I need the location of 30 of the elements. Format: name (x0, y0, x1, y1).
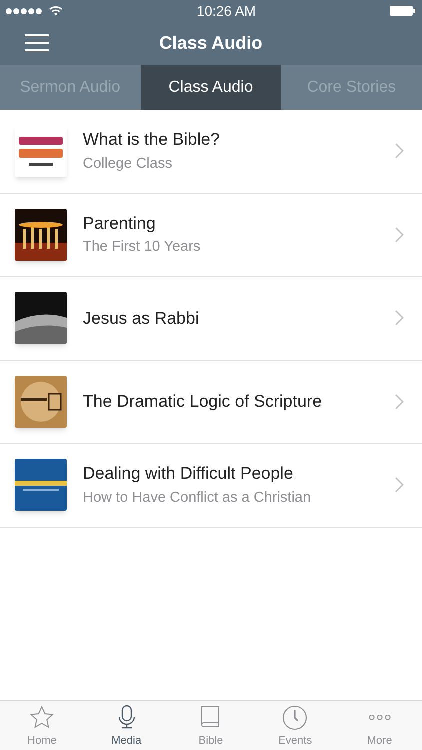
item-title: The Dramatic Logic of Scripture (83, 391, 324, 413)
list-row[interactable]: What is the Bible? College Class (0, 110, 422, 194)
chevron-icon (395, 310, 404, 326)
tab-bar-item[interactable]: Media (84, 701, 169, 750)
wifi-icon (49, 6, 63, 16)
status-time: 10:26 AM (196, 2, 256, 20)
list-row[interactable]: The Dramatic Logic of Scripture (0, 360, 422, 444)
item-title: Jesus as Rabbi (83, 308, 200, 330)
chevron-icon (395, 477, 404, 494)
menu-icon (25, 34, 49, 52)
list-row[interactable]: Parenting The First 10 Years (0, 194, 422, 277)
chevron-icon (395, 394, 404, 410)
list-row[interactable]: Dealing with Difficult People How to Have Conflict as a Christian (0, 444, 422, 528)
battery-icon (390, 6, 416, 16)
item-title: Dealing with Difficult People (83, 463, 294, 486)
item-title: Parenting (83, 212, 157, 235)
chevron-icon (395, 143, 404, 160)
clock-icon (282, 704, 308, 731)
item-title: What is the Bible? (83, 129, 222, 152)
item-subtitle: College Class (83, 154, 174, 174)
item-subtitle: How to Have Conflict as a Christian (83, 488, 312, 508)
nav-title: Class Audio (159, 32, 263, 55)
list-row[interactable]: Jesus as Rabbi (0, 277, 422, 360)
segment-tab[interactable]: Class Audio (140, 65, 282, 110)
item-subtitle: The First 10 Years (83, 238, 202, 258)
signal-icon (6, 8, 44, 14)
more-icon (368, 715, 391, 720)
chevron-icon (395, 226, 404, 243)
menu-button[interactable] (25, 34, 49, 52)
star-icon (29, 704, 56, 731)
